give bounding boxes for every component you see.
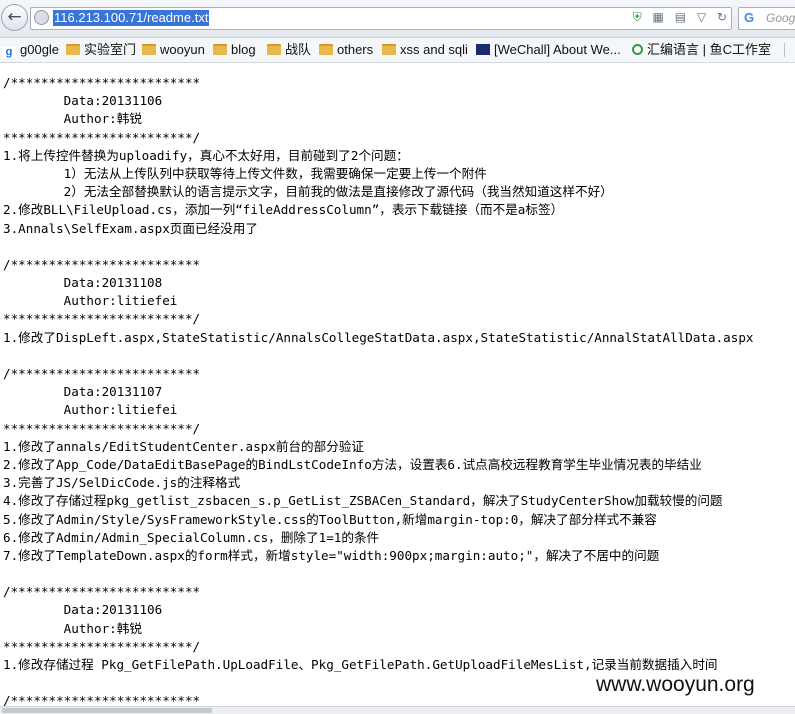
bookmark-label: xss and sqli bbox=[400, 42, 468, 57]
search-box[interactable]: G Goog bbox=[738, 7, 795, 30]
google-search-icon: G bbox=[744, 10, 755, 25]
text-line bbox=[3, 565, 795, 583]
bookmark-g00gle[interactable]: g g00gle bbox=[2, 41, 59, 59]
text-line: 6.修改了Admin/Admin_SpecialColumn.cs，删除了1=1… bbox=[3, 529, 380, 545]
text-line: *************************/ bbox=[3, 638, 201, 654]
text-line: *************************/ bbox=[3, 311, 201, 327]
scrollbar-thumb[interactable] bbox=[2, 708, 212, 713]
text-line: *************************/ bbox=[3, 129, 201, 145]
reader-view-icon[interactable]: ▤ bbox=[675, 10, 686, 24]
globe-icon bbox=[34, 10, 49, 25]
folder-icon bbox=[382, 44, 396, 55]
bookmark-label: others bbox=[337, 42, 374, 57]
text-line: Data:20131106 bbox=[3, 93, 163, 109]
bookmark-folder-xss-sqli[interactable]: xss and sqli bbox=[382, 41, 468, 59]
text-line bbox=[3, 347, 795, 365]
text-line: 1）无法从上传队列中获取等待上传文件数，我需要确保一定要上传一个附件 bbox=[3, 165, 487, 181]
folder-icon bbox=[142, 44, 156, 55]
wechall-icon bbox=[476, 44, 490, 55]
address-bar-icons: ⛨ ▦ ▤ ▽ ↻ bbox=[626, 10, 727, 27]
bookmark-label: [WeChall] About We... bbox=[494, 42, 621, 57]
text-line: Data:20131107 bbox=[3, 384, 163, 400]
text-line: 1.修改了DispLeft.aspx,StateStatistic/Annals… bbox=[3, 329, 754, 345]
text-line bbox=[3, 238, 795, 256]
bookmark-wechall[interactable]: [WeChall] About We... bbox=[476, 41, 621, 59]
text-line: 1.修改存储过程 Pkg_GetFilePath.UpLoadFile、Pkg_… bbox=[3, 657, 718, 672]
bookmark-label: blog bbox=[231, 42, 256, 57]
text-line: Author:litiefei bbox=[3, 293, 178, 309]
browser-toolbar: ← 116.213.100.71/readme.txt ⛨ ▦ ▤ ▽ ↻ G … bbox=[0, 0, 795, 38]
shield-icon[interactable]: ⛨ bbox=[633, 10, 642, 25]
bookmarks-bar: g g00gle 实验室门 wooyun blog 战队 others xss a… bbox=[0, 38, 795, 63]
bookmark-folder-team[interactable]: 战队 bbox=[267, 41, 311, 59]
dropdown-arrow-icon[interactable]: ▽ bbox=[697, 10, 706, 24]
text-line: /************************* bbox=[3, 256, 201, 272]
text-line: 4.修改了存储过程pkg_getlist_zsbacen_s.p_GetList… bbox=[3, 493, 723, 509]
text-line: *************************/ bbox=[3, 420, 201, 436]
google-icon: g bbox=[2, 47, 16, 58]
text-line: Author:litiefei bbox=[3, 402, 178, 418]
text-line: Author:韩锐 bbox=[3, 620, 142, 636]
folder-icon bbox=[319, 44, 333, 55]
text-line: Data:20131108 bbox=[3, 275, 163, 291]
text-line: 2.修改BLL\FileUpload.cs，添加一列“fileAddressCo… bbox=[3, 202, 564, 218]
text-line: 1.将上传控件替换为uploadify，真心不太好用，目前碰到了2个问题： bbox=[3, 147, 409, 163]
bookmark-label: wooyun bbox=[160, 42, 205, 57]
text-line: 5.修改了Admin/Style/SysFrameworkStyle.css的T… bbox=[3, 511, 657, 527]
text-document: /************************* Data:20131106… bbox=[3, 74, 795, 707]
text-line: Author:韩锐 bbox=[3, 111, 142, 127]
text-line: 3.Annals\SelfExam.aspx页面已经没用了 bbox=[3, 220, 258, 236]
back-arrow-icon: ← bbox=[7, 7, 22, 27]
text-line: 7.修改了TemplateDown.aspx的form样式，新增style="w… bbox=[3, 547, 660, 563]
bookmarks-separator bbox=[784, 43, 785, 57]
bookmark-fishc[interactable]: 汇编语言 | 鱼C工作室 bbox=[632, 41, 771, 59]
text-line: 2.修改了App_Code/DataEditBasePage的BindLstCo… bbox=[3, 456, 702, 472]
folder-icon bbox=[66, 44, 80, 55]
address-bar[interactable]: 116.213.100.71/readme.txt ⛨ ▦ ▤ ▽ ↻ bbox=[30, 7, 732, 30]
bookmark-folder-others[interactable]: others bbox=[319, 41, 373, 59]
text-line: 1.修改了annals/EditStudentCenter.aspx前台的部分验… bbox=[3, 438, 364, 454]
bookmark-label: 汇编语言 | 鱼C工作室 bbox=[647, 42, 771, 57]
bookmark-folder-wooyun[interactable]: wooyun bbox=[142, 41, 205, 59]
bookmark-label: 战队 bbox=[285, 42, 312, 57]
text-line: 3.完善了JS/SelDicCode.js的注释格式 bbox=[3, 475, 241, 491]
fishc-icon bbox=[632, 44, 643, 55]
watermark: www.wooyun.org bbox=[592, 673, 759, 697]
search-placeholder[interactable]: Goog bbox=[766, 11, 795, 25]
text-line: /************************* bbox=[3, 366, 201, 381]
bookmark-folder-blog[interactable]: blog bbox=[213, 41, 256, 59]
text-line: /************************* bbox=[3, 75, 201, 90]
back-button[interactable]: ← bbox=[1, 4, 28, 31]
qr-code-icon[interactable]: ▦ bbox=[653, 10, 664, 24]
text-line: /************************* bbox=[3, 584, 201, 600]
bookmark-label: g00gle bbox=[20, 42, 60, 57]
text-line: 2）无法全部替换默认的语言提示文字，目前我的做法是直接修改了源代码（我当然知道这… bbox=[3, 184, 613, 200]
folder-icon bbox=[213, 44, 227, 55]
bookmark-folder-lab-gate[interactable]: 实验室门 bbox=[66, 41, 136, 59]
reload-icon[interactable]: ↻ bbox=[717, 10, 727, 24]
url-text[interactable]: 116.213.100.71/readme.txt bbox=[53, 10, 210, 26]
text-line: Data:20131106 bbox=[3, 602, 163, 618]
bookmark-label: 实验室门 bbox=[84, 42, 137, 57]
folder-icon bbox=[267, 44, 281, 55]
